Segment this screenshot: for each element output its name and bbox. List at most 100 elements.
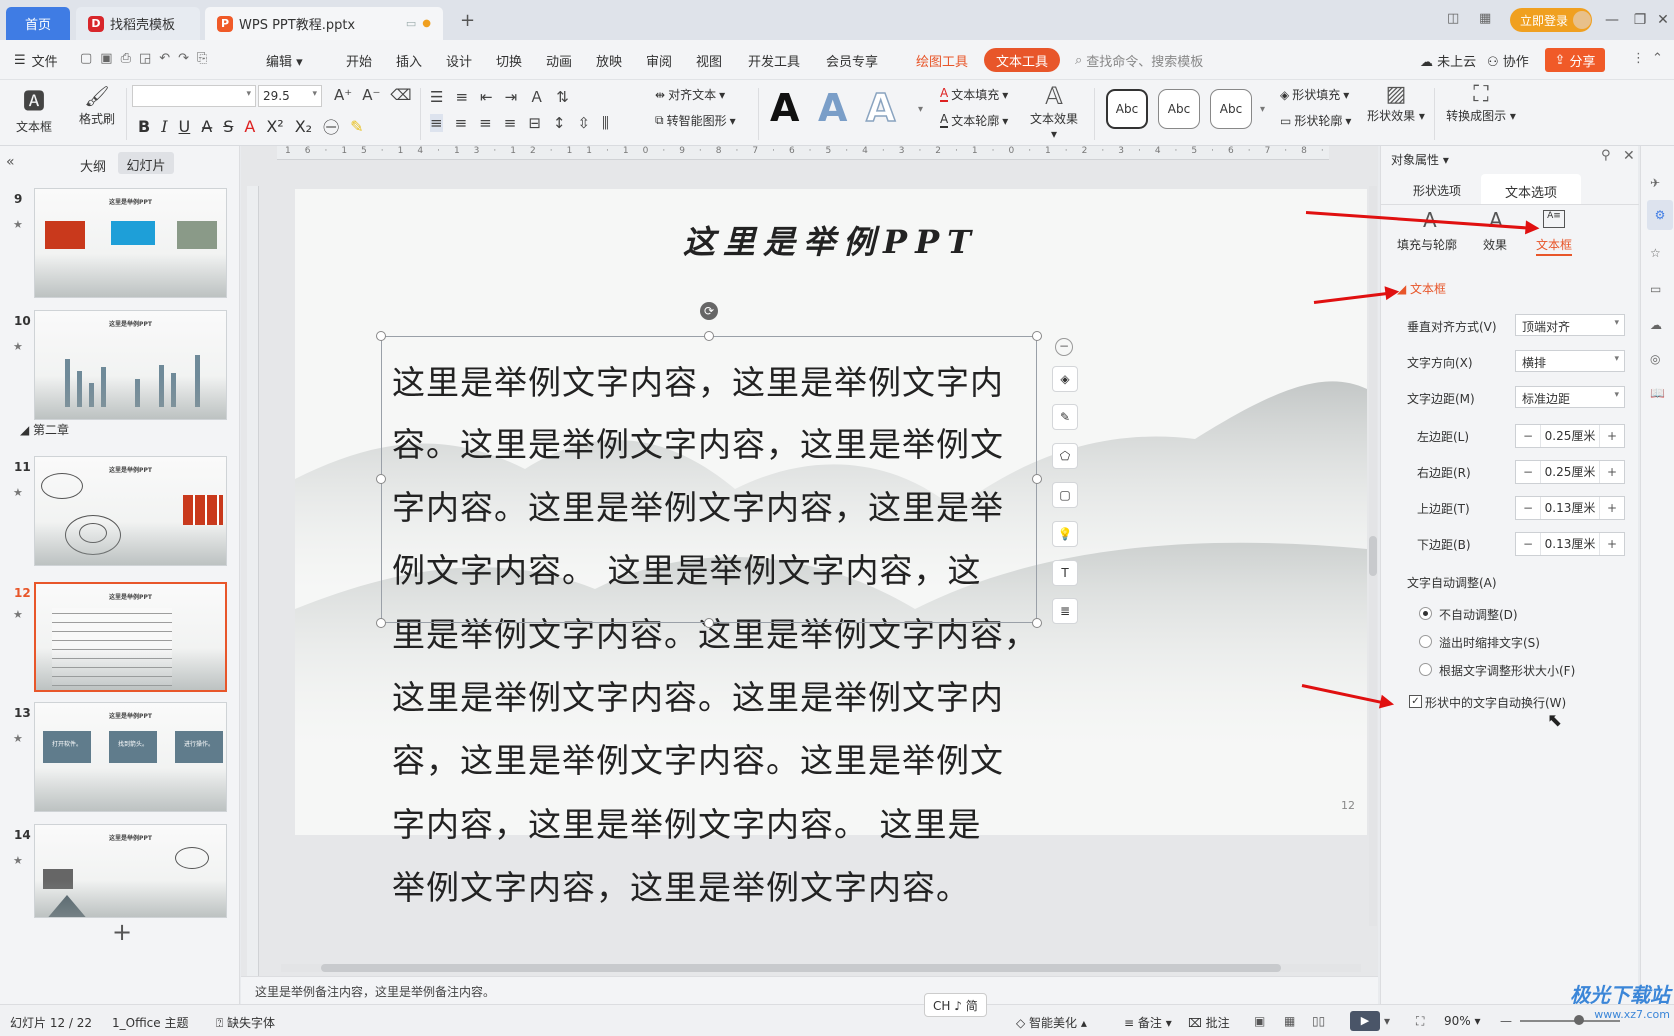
resize-handle[interactable] [1032,474,1042,484]
fit-window-icon[interactable]: ⛶ [1416,1014,1424,1029]
menu-item-start[interactable]: 开始 [346,51,372,70]
strike-a-icon[interactable]: A̶ [201,117,212,136]
text-margin-select[interactable]: 标准边距 [1515,386,1625,408]
collapse-panel-icon[interactable]: « [6,154,15,170]
resize-handle[interactable] [704,618,714,628]
tab-document[interactable]: P WPS PPT教程.pptx ▭ ● [205,7,443,40]
resize-handle[interactable] [1032,618,1042,628]
section-textbox[interactable]: ◢ 文本框 [1397,280,1446,297]
shape-style-more-icon[interactable]: ▾ [1260,104,1265,115]
subtab-textbox[interactable]: 文本框 [1536,236,1572,253]
horizontal-scrollbar[interactable] [281,964,1361,972]
more-icon[interactable]: ⋮ [1632,51,1645,66]
rotate-handle-icon[interactable]: ⟳ [700,302,718,320]
column-icon[interactable]: ⫼ [602,114,609,132]
decrement-icon[interactable]: − [1516,537,1540,551]
text-align-tool-icon[interactable]: ≣ [1052,598,1078,624]
tab-template[interactable]: D 找稻壳模板 [76,7,200,40]
shape-fill-button[interactable]: ◈ 形状填充 ▾ [1280,86,1349,103]
menu-item-developer[interactable]: 开发工具 [748,51,800,70]
menu-item-insert[interactable]: 插入 [396,51,422,70]
resize-handle[interactable] [376,474,386,484]
convert-graphic-button[interactable]: ⛶ 转换成图示 ▾ [1444,82,1518,124]
pen-icon[interactable]: ✎ [1052,404,1078,430]
radio-no-autofit[interactable] [1419,607,1432,620]
slide-thumbnail-11[interactable]: 这里是举例PPT [34,456,227,566]
edit-menu[interactable]: 编辑 ▾ [266,51,303,70]
share-button[interactable]: ⇪ 分享 [1545,48,1605,72]
normal-view-icon[interactable]: ▣ [1254,1014,1265,1028]
slide-thumbnail-10[interactable]: 这里是举例PPT [34,310,227,420]
text-style-blue[interactable]: A [818,86,847,130]
decrement-icon[interactable]: − [1516,429,1540,443]
radio-no-autofit-label[interactable]: 不自动调整(D) [1439,606,1518,623]
align-left-icon[interactable]: ≡ [430,114,443,132]
top-margin-stepper[interactable]: −0.13厘米 + [1515,496,1625,520]
menu-item-view[interactable]: 视图 [696,51,722,70]
slide-thumbnail-9[interactable]: 这里是举例PPT [34,188,227,298]
play-slideshow-icon[interactable]: ▶ [1350,1011,1380,1031]
tab-home[interactable]: 首页 [6,7,70,40]
collapse-tools-icon[interactable]: − [1055,338,1073,356]
notes-toggle[interactable]: ≡ 备注 ▾ [1124,1014,1172,1031]
text-format-icon[interactable]: T [1052,560,1078,586]
font-size-tools[interactable]: A⁺ A⁻ ⌫ [334,86,412,104]
resize-handle[interactable] [704,331,714,341]
font-color-icon[interactable]: A [244,117,255,136]
layout-icon[interactable]: ◫ [1447,11,1459,26]
grid-icon[interactable]: ▦ [1479,11,1491,26]
shrink-font-icon[interactable]: A⁻ [362,86,380,104]
panel-header[interactable]: 对象属性 ▾ [1391,151,1449,168]
highlight-icon[interactable]: ✎ [350,117,363,136]
ime-indicator[interactable]: CH ♪ 简 [924,993,987,1017]
tab-shape-options[interactable]: 形状选项 [1413,182,1461,199]
menu-item-draw-tools[interactable]: 绘图工具 [916,51,968,70]
play-dropdown-icon[interactable]: ▾ [1384,1014,1390,1028]
shape-outline-button[interactable]: ▭ 形状轮廓 ▾ [1280,112,1351,129]
format-painter-button[interactable]: 🖌 格式刷 [74,84,120,127]
indent-icon[interactable]: ⇥ [505,88,518,106]
star-tool-icon[interactable]: ☆ [1650,246,1661,260]
menu-item-slideshow[interactable]: 放映 [596,51,622,70]
sort-icon[interactable]: ⇅ [556,88,569,106]
resize-handle[interactable] [376,618,386,628]
zoom-level[interactable]: 90% ▾ [1444,1014,1481,1028]
screen-icon[interactable]: ▭ [406,17,416,30]
menu-item-design[interactable]: 设计 [446,51,472,70]
slide-thumbnail-13[interactable]: 这里是举例PPT 打开软件。 找到箭头。 进行操作。 [34,702,227,812]
line-spacing-icon[interactable]: ↕ [553,114,566,132]
outdent-icon[interactable]: ⇤ [480,88,493,106]
collab-button[interactable]: ⚇ 协作 [1487,51,1529,70]
body-text-line[interactable]: 容，这里是举例文字内容。这里是举例文 [392,734,1004,782]
body-text-line[interactable]: 举例文字内容，这里是举例文字内容。 [392,861,970,909]
text-case-icon[interactable]: Ａ [529,86,544,107]
notes-text[interactable]: 这里是举例备注内容，这里是举例备注内容。 [255,983,495,1000]
outline-tool-icon[interactable]: ▢ [1052,482,1078,508]
top-margin-value[interactable]: 0.13厘米 [1540,497,1600,519]
wrap-text-checkbox[interactable]: ✓ [1409,695,1422,708]
subtab-fill-outline[interactable]: 填充与轮廓 [1397,236,1457,253]
shape-style-2[interactable]: Abc [1158,89,1200,129]
increment-icon[interactable]: + [1600,537,1624,551]
menu-item-member[interactable]: 会员专享 [826,51,878,70]
body-text-line[interactable]: 这里是举例文字内容。这里是举例文字内 [392,671,1004,719]
menu-item-text-tools[interactable]: 文本工具 [984,48,1061,72]
notes-pane[interactable]: 这里是举例备注内容，这里是举例备注内容。 [241,976,1378,1004]
radio-resize-shape[interactable] [1419,663,1432,676]
close-window-icon[interactable]: ✕ [1654,10,1672,30]
left-margin-value[interactable]: 0.25厘米 [1540,425,1600,447]
slide-thumbnail-12-selected[interactable]: 这里是举例PPT [34,582,227,692]
comment-icon[interactable]: ▭ [1650,282,1661,296]
compass-icon[interactable]: ◎ [1650,352,1660,366]
layers-icon[interactable]: ◈ [1052,366,1078,392]
decrement-icon[interactable]: − [1516,465,1540,479]
increment-icon[interactable]: + [1600,429,1624,443]
comment-toggle[interactable]: ⌧ 批注 [1188,1014,1230,1031]
theme-name[interactable]: 1_Office 主题 [112,1014,188,1031]
login-button[interactable]: 立即登录 [1510,8,1592,32]
right-margin-stepper[interactable]: −0.25厘米 + [1515,460,1625,484]
clear-format-icon[interactable]: ⌫ [390,86,411,104]
radio-resize-label[interactable]: 根据文字调整形状大小(F) [1439,662,1575,679]
section-header[interactable]: ◢ 第二章 [20,421,69,438]
tab-text-options[interactable]: 文本选项 [1481,174,1581,204]
